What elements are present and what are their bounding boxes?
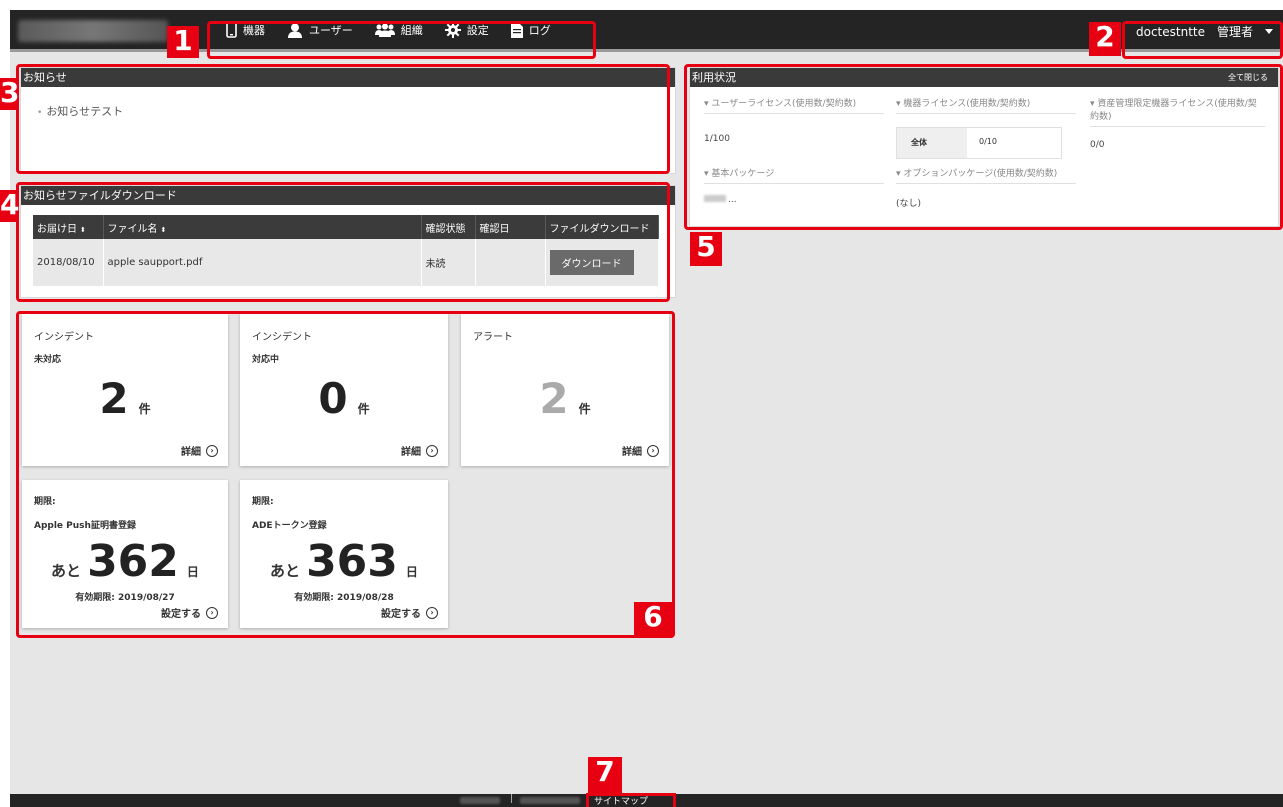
annotation-marker-5: 5	[690, 232, 722, 266]
annotation-marker-4: 4	[0, 188, 20, 222]
annotation-marker-6: 6	[634, 602, 672, 638]
annotation-frame-1	[207, 21, 596, 59]
footer-separator: |	[510, 794, 514, 804]
annotation-marker-7: 7	[588, 757, 622, 793]
annotation-marker-2: 2	[1089, 22, 1121, 56]
annotation-marker-3: 3	[0, 76, 20, 110]
redacted-link[interactable]	[520, 797, 580, 804]
annotation-frame-3	[16, 64, 670, 174]
annotation-marker-1: 1	[167, 26, 199, 58]
redacted-link[interactable]	[460, 797, 500, 804]
annotation-frame-4	[16, 182, 670, 302]
annotation-frame-2	[1122, 21, 1283, 59]
annotation-frame-5	[684, 64, 1283, 230]
logo[interactable]	[18, 20, 168, 42]
annotation-frame-7	[586, 793, 676, 807]
annotation-frame-6	[16, 311, 675, 638]
